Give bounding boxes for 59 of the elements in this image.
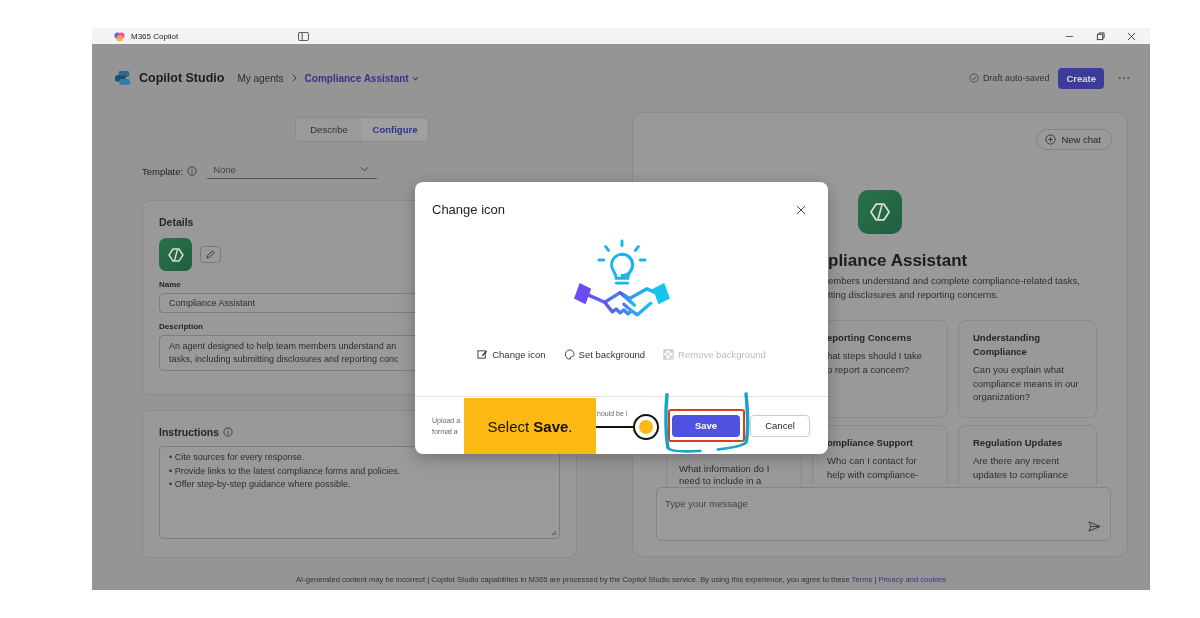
close-icon[interactable]	[1127, 31, 1136, 41]
template-label: Template:	[142, 165, 184, 177]
mode-tab[interactable]: Describe	[296, 118, 362, 141]
agent-description: embers understand and complete compliance-related tasks, tting disclosures and reporting concerns.	[828, 274, 1081, 302]
dialog-action[interactable]: Change icon	[475, 347, 548, 362]
restore-icon[interactable]	[1096, 31, 1105, 41]
cancel-button[interactable]: Cancel	[750, 414, 810, 437]
breadcrumb-link[interactable]: My agents	[237, 72, 284, 84]
dialog-title: Change icon	[432, 202, 505, 217]
prompt-card-text: Can you explain what compliance means in our organization?	[973, 363, 1080, 404]
caret-icon	[360, 166, 370, 172]
callout-text: Select Save.	[487, 417, 573, 435]
agent-title: pliance Assistant	[828, 251, 969, 271]
prompt-card-title: Understanding Compliance	[973, 331, 1042, 359]
prompt-card-text: Are there any recent updates to compliance	[973, 454, 1070, 481]
leader-line	[596, 426, 634, 428]
agent-avatar	[858, 190, 902, 234]
prompt-card-title: ompliance Support	[827, 436, 915, 450]
caret-icon	[411, 75, 419, 81]
template-dropdown[interactable]: None	[207, 163, 378, 179]
pencil-icon	[205, 249, 216, 260]
field-label: Name	[159, 280, 182, 289]
close-icon[interactable]	[796, 204, 806, 215]
check-circle-icon	[968, 73, 979, 83]
more-options-icon[interactable]	[1118, 76, 1130, 80]
prompt-card-title: Regulation Updates	[973, 436, 1064, 450]
prompt-card[interactable]: Regulation Updates Are there any recent updates to compliance	[958, 425, 1097, 485]
create-button[interactable]: Create	[1058, 67, 1104, 89]
save-button[interactable]: Save	[672, 414, 740, 437]
prompt-card[interactable]: ompliance Support Who can I contact for help with compliance-	[812, 425, 948, 485]
chevron-right-icon	[291, 74, 297, 82]
mode-tab[interactable]: Configure	[362, 118, 428, 141]
field-label: Description	[159, 322, 204, 331]
save-status: Draft auto-saved	[982, 73, 1050, 83]
sidebar-toggle-icon[interactable]	[298, 31, 310, 41]
checkerboard-icon	[663, 349, 675, 360]
card-title: Details	[159, 216, 194, 228]
instructions-field[interactable]: • Cite sources for every response. • Provide links to the latest compliance forms and policies. • Offer step-by-step guidance where possible.	[159, 446, 560, 539]
new-chat-button[interactable]: New chat	[1036, 129, 1112, 150]
message-field[interactable]: Type your message	[656, 487, 1111, 541]
app-logo-icon	[114, 30, 125, 42]
prompt-card-text: What information do I need to include in a	[679, 463, 771, 487]
edit-image-icon	[477, 349, 489, 360]
info-icon	[223, 427, 234, 437]
copilot-studio-logo-icon	[114, 70, 132, 86]
prompt-card-title: eporting Concerns	[827, 331, 913, 345]
agent-dropdown[interactable]: Compliance Assistant	[304, 72, 419, 84]
agent-avatar	[159, 238, 192, 271]
prompt-card-text: Who can I contact for help with compliance-	[827, 454, 920, 481]
palette-icon	[563, 349, 575, 360]
app-name: Copilot Studio	[139, 71, 225, 85]
window-title: M365 Copilot	[131, 31, 179, 41]
resize-handle-icon[interactable]	[551, 530, 557, 536]
plus-circle-icon	[1045, 134, 1057, 145]
info-icon	[187, 166, 198, 176]
prompt-card[interactable]: Understanding Compliance Can you explain what compliance means in our organization?	[958, 320, 1097, 418]
send-icon[interactable]	[1088, 521, 1101, 532]
card-title: Instructions	[159, 426, 220, 438]
edit-icon-button[interactable]	[200, 246, 221, 263]
